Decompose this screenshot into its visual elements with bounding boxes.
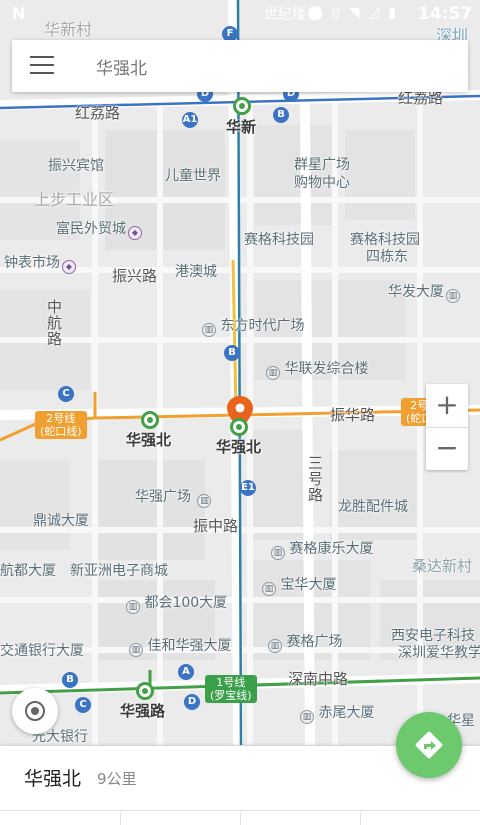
- huafa-building-label: 华发大厦 ▥: [388, 281, 460, 303]
- huaxin-station-icon[interactable]: [233, 97, 251, 115]
- building-icon: ▥: [129, 643, 143, 657]
- baohua-building-label: ▥ 宝华大厦: [260, 574, 336, 596]
- zhenxing-hotel-label: 振兴宾馆: [48, 158, 104, 174]
- building-icon: ▥: [271, 546, 285, 560]
- battery-icon: ▮: [388, 5, 396, 21]
- shopping-icon: ◆: [128, 226, 142, 240]
- building-icon: ▥: [446, 289, 460, 303]
- children-world-label: 儿童世界: [165, 168, 221, 184]
- longsheng-parts-label: 龙胜配件城: [338, 499, 408, 515]
- my-location-button[interactable]: [12, 688, 58, 734]
- vibrate-icon: ▯: [332, 5, 340, 21]
- exit-b3-badge: B: [62, 672, 78, 688]
- zhenzhong-road-label: 振中路: [193, 517, 239, 535]
- zoom-out-button[interactable]: −: [426, 427, 468, 470]
- chiwei-building-label: ▥ 赤尾大厦: [298, 702, 374, 724]
- huaqiangbei-west-label: 华强北: [126, 431, 172, 449]
- line2-tag: 2号线 (蛇口线): [35, 411, 87, 439]
- location-icon: ⬤: [307, 5, 323, 21]
- exit-a1-badge: A1: [182, 112, 198, 128]
- hangdu-building-label: 航都大厦: [0, 563, 56, 579]
- status-icons: ⬤ ▯ ◥ ◿ ▮: [307, 5, 396, 21]
- saige-plaza-label: ▥ 赛格广场: [266, 631, 342, 653]
- line1-tag: 1号线 (罗宝线): [205, 675, 257, 703]
- saige-kangle-label: ▥ 赛格康乐大厦: [269, 538, 373, 560]
- map-screen: F D D A1 B B C E1 A D C B 2号线 (蛇口线) 2号 (蛇口…: [0, 0, 480, 825]
- zoom-controls: + −: [426, 384, 468, 470]
- directions-button[interactable]: [396, 712, 462, 778]
- gangao-city-label: 港澳城: [175, 264, 217, 280]
- huaqiang-road-station-label: 华强路: [120, 702, 166, 720]
- exit-c2-badge: C: [75, 697, 91, 713]
- sangda-xincun-label: 桑达新村: [412, 557, 473, 575]
- fumin-trade-city-label: 富民外贸城 ◆: [56, 218, 142, 240]
- huaqiangbei-station-label: 华强北: [216, 438, 262, 456]
- clock: 14:57: [417, 4, 472, 24]
- building-icon: ▥: [268, 639, 282, 653]
- zoom-in-button[interactable]: +: [426, 384, 468, 427]
- place-name: 华强北: [24, 768, 82, 790]
- directions-icon: [415, 731, 443, 759]
- building-icon: ▥: [262, 582, 276, 596]
- map-view[interactable]: F D D A1 B B C E1 A D C B 2号线 (蛇口线) 2号 (蛇口…: [0, 0, 480, 745]
- huaqiangbei-west-station-icon[interactable]: [141, 411, 159, 429]
- qunxing-plaza-label: 群星广场: [294, 157, 350, 173]
- search-bar[interactable]: 华强北: [12, 40, 468, 92]
- building-icon: ▥: [197, 494, 212, 508]
- exit-a-badge: A: [178, 664, 194, 680]
- building-icon: ▥: [202, 323, 216, 337]
- zhenxing-road-label: 振兴路: [112, 267, 158, 285]
- place-distance: 9公里: [97, 770, 137, 788]
- hualianfa-building-label: ▥ 华联发综合楼: [264, 358, 368, 380]
- dongfang-times-label: ▥ 东方时代广场: [200, 315, 304, 337]
- huaxin-station-label: 华新: [226, 118, 257, 136]
- duhui-100-label: ▥ 都会100大厦: [124, 592, 227, 614]
- bank-of-communications-label: 交通银行大厦: [0, 643, 84, 659]
- jiahe-huaqiang-label: ▥ 佳和华强大厦: [127, 635, 231, 657]
- building-icon: ▥: [300, 710, 314, 724]
- exit-b-badge: B: [273, 107, 289, 123]
- exit-c-badge: C: [58, 386, 74, 402]
- shangbu-industrial-label: 上步工业区: [34, 190, 115, 209]
- huaqiang-plaza-label: 华强广场 ▥: [135, 486, 212, 508]
- exit-d3-badge: D: [184, 694, 200, 710]
- menu-icon[interactable]: [30, 56, 54, 76]
- exit-e1-badge: E1: [240, 480, 256, 496]
- building-icon: ▥: [126, 600, 140, 614]
- saige-tech-park-label: 赛格科技园: [244, 232, 314, 248]
- notification-icon: N: [12, 4, 26, 23]
- shenzhen-aihua-label: 深圳爱华教学: [398, 645, 480, 661]
- huaqiang-road-station-icon[interactable]: [136, 682, 154, 700]
- qunxing-mall-label: 购物中心: [294, 175, 350, 191]
- huaqiangbei-station-icon[interactable]: [230, 418, 248, 436]
- shennan-middle-road-label: 深南中路: [288, 670, 349, 688]
- sheet-tab-divider: [360, 812, 361, 825]
- sheet-tab-divider: [120, 812, 121, 825]
- sheet-tab-divider: [240, 812, 241, 825]
- building-icon: ▥: [266, 366, 280, 380]
- sanhao-road-label-3: 路: [308, 486, 324, 504]
- zhenhua-road-label: 振华路: [330, 406, 376, 424]
- hongli-road-left-label: 红荔路: [75, 104, 121, 122]
- zhonghang-road-label-3: 路: [47, 330, 63, 348]
- search-input[interactable]: 华强北: [96, 54, 147, 79]
- saige-tech-park-2b-label: 四栋东: [366, 249, 408, 265]
- shopping-icon: ◆: [62, 260, 76, 274]
- dingcheng-building-label: 鼎诚大厦: [33, 513, 89, 529]
- exit-b2-badge: B: [224, 345, 240, 361]
- wifi-icon: ◥: [348, 5, 360, 21]
- status-bar: N ⬤ ▯ ◥ ◿ ▮ 14:57: [0, 0, 480, 30]
- xinyazhou-mall-label: 新亚洲电子商城: [70, 563, 168, 579]
- sheet-divider: [0, 810, 480, 811]
- no-signal-icon: ◿: [368, 5, 380, 21]
- zhongbiao-market-label: 钟表市场 ◆: [4, 252, 76, 274]
